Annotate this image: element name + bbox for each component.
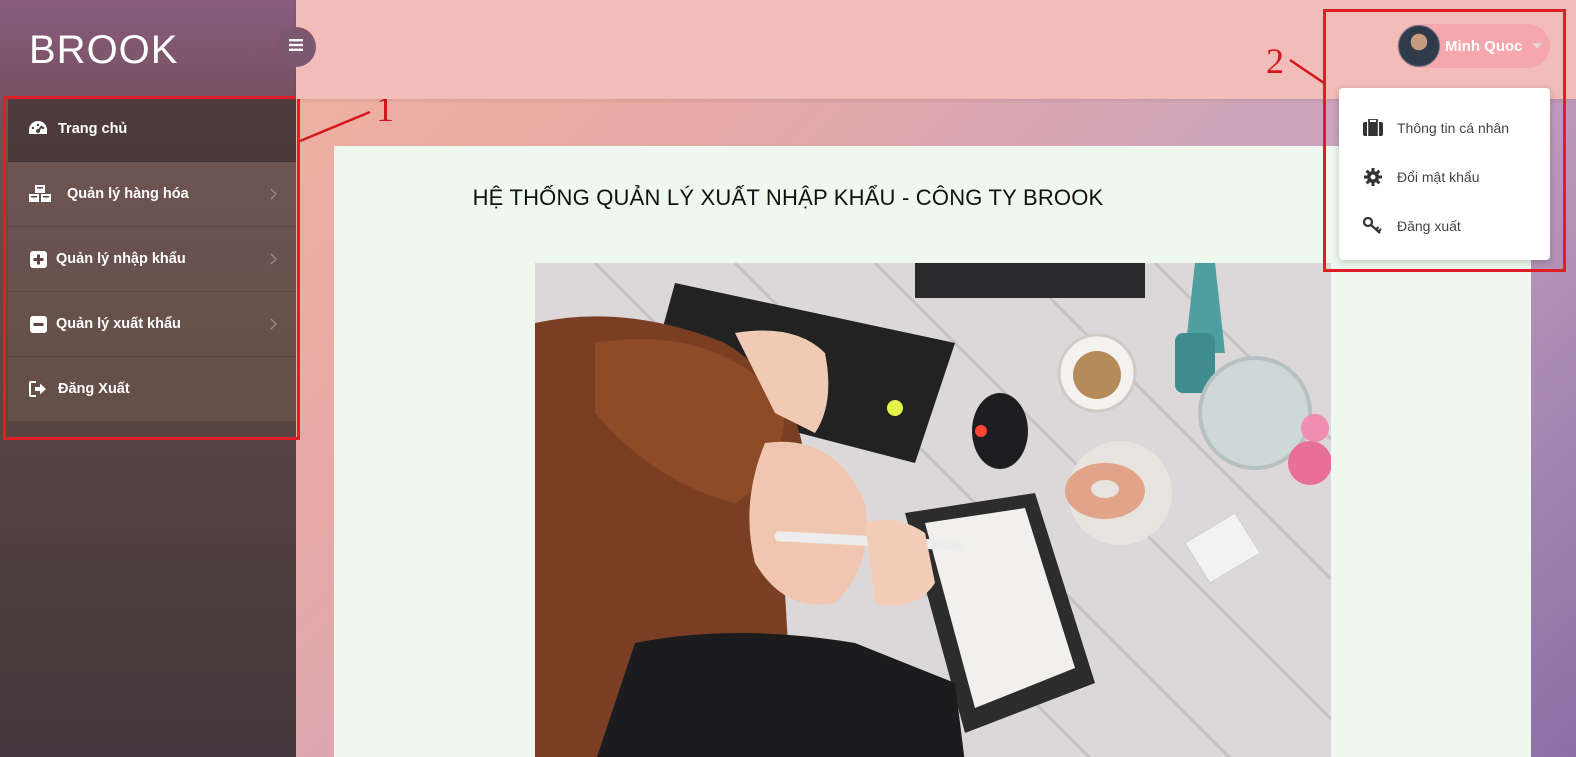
plus-square-icon — [28, 249, 48, 269]
sidebar-item-import[interactable]: Quản lý nhập khẩu — [8, 227, 296, 292]
avatar — [1398, 25, 1440, 67]
key-icon — [1362, 216, 1384, 235]
brand-logo[interactable]: BROOK — [29, 28, 178, 73]
annotation-label-2: 2 — [1266, 41, 1284, 81]
annotation-leader-1 — [299, 110, 371, 143]
sidebar-item-logout[interactable]: Đăng Xuất — [8, 357, 296, 422]
chevron-right-icon — [270, 253, 278, 269]
sidebar-item-label: Quản lý xuất khẩu — [56, 316, 181, 332]
dashboard-icon — [28, 119, 48, 139]
sidebar-menu: Trang chủ Quản lý hàng hóa Quản lý nhập … — [8, 97, 296, 422]
user-menu-button[interactable]: Minh Quoc — [1397, 24, 1550, 68]
menu-item-logout[interactable]: Đăng xuất — [1339, 201, 1550, 250]
menu-item-change-password[interactable]: Đổi mật khẩu — [1339, 152, 1550, 201]
chevron-right-icon — [270, 318, 278, 334]
sidebar-item-label: Đăng Xuất — [58, 381, 130, 397]
sidebar-toggle-button[interactable] — [276, 27, 316, 67]
user-dropdown-menu: Thông tin cá nhân Đổi mật khẩu Đăng xuất — [1339, 88, 1550, 260]
sidebar-item-label: Trang chủ — [58, 121, 128, 137]
sidebar-item-home[interactable]: Trang chủ — [8, 97, 296, 162]
sidebar-item-export[interactable]: Quản lý xuất khẩu — [8, 292, 296, 357]
minus-square-icon — [28, 314, 48, 334]
caret-down-icon — [1531, 43, 1542, 49]
top-bar — [296, 0, 1576, 99]
menu-item-label: Đổi mật khẩu — [1397, 168, 1480, 185]
sign-out-icon — [28, 379, 48, 399]
menu-item-label: Thông tin cá nhân — [1397, 119, 1510, 136]
sidebar-item-label: Quản lý nhập khẩu — [56, 251, 186, 267]
sidebar: BROOK Trang chủ Quản lý hàng hóa Quản lý… — [0, 0, 296, 757]
menu-item-label: Đăng xuất — [1397, 217, 1461, 234]
hero-image — [535, 263, 1331, 757]
gear-icon — [1362, 167, 1384, 186]
menu-item-profile[interactable]: Thông tin cá nhân — [1339, 103, 1550, 152]
briefcase-icon — [1362, 119, 1384, 136]
hamburger-icon — [289, 38, 303, 56]
user-name: Minh Quoc — [1445, 37, 1523, 55]
